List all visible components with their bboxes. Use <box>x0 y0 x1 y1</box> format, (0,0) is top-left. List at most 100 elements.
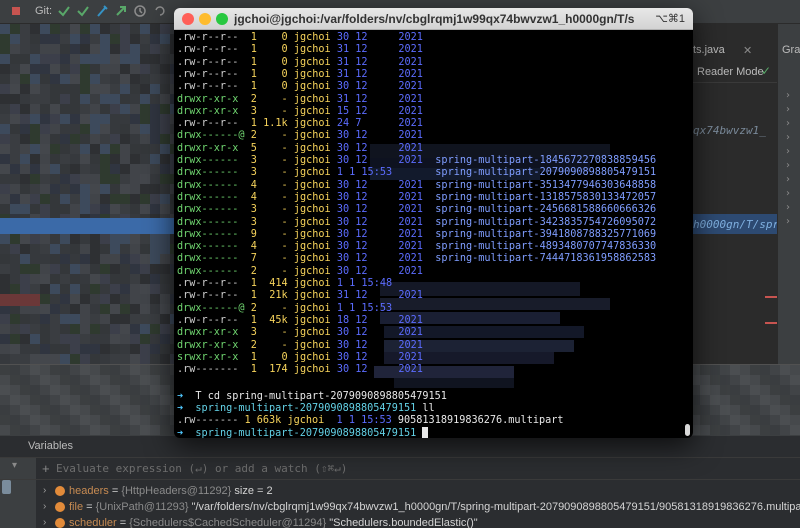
history-icon[interactable] <box>132 3 148 19</box>
check-icon[interactable] <box>56 3 72 19</box>
redacted-block <box>730 375 740 385</box>
date: 30 12 <box>336 351 368 363</box>
redacted-block <box>30 164 40 174</box>
redacted-block <box>150 164 160 174</box>
prompt-line[interactable]: ➜ spring-multipart-2079090898805479151 <box>177 427 429 438</box>
terminal-titlebar[interactable]: jgchoi@jgchoi:/var/folders/nv/cbglrqmj1w… <box>174 8 693 30</box>
gradle-tab[interactable]: Grad <box>782 44 800 56</box>
redacted-block <box>120 194 130 204</box>
file-size: 21k <box>269 290 288 302</box>
chevron-right-icon[interactable]: › <box>786 146 790 157</box>
redacted-block <box>0 274 10 284</box>
redacted-block <box>40 274 50 284</box>
redacted-block <box>60 415 70 425</box>
redacted-block <box>110 144 120 154</box>
chevron-right-icon[interactable]: › <box>786 90 790 101</box>
redacted-block <box>0 34 10 44</box>
redacted-block <box>10 64 20 74</box>
expand-arrow-icon[interactable]: › <box>43 499 46 515</box>
evaluate-input[interactable]: Evaluate expression (↵) or add a watch (… <box>56 462 347 475</box>
editor-tab-java[interactable]: ts.java <box>693 44 725 56</box>
terminal-output[interactable]: .rw-r--r-- 1 0 jgchoi 30 12 2021 .rw-r--r-- 1 0 j… <box>174 30 693 438</box>
reader-mode-button[interactable]: Reader Mode <box>697 66 764 78</box>
owner: jgchoi <box>293 241 331 253</box>
redacted-block <box>40 314 50 324</box>
owner: jgchoi <box>293 142 331 154</box>
chevron-right-icon[interactable]: › <box>786 216 790 227</box>
date: 30 12 <box>336 142 368 154</box>
redacted-block <box>20 134 30 144</box>
terminal-shortcut: ⌥⌘1 <box>655 13 685 25</box>
variable-row[interactable]: › headers = {HttpHeaders@11292} size = 2 <box>0 483 800 499</box>
field-icon <box>55 486 65 496</box>
redacted-block <box>40 184 50 194</box>
terminal-scrollbar[interactable] <box>685 424 690 436</box>
redacted-block <box>100 74 110 84</box>
redacted-block <box>100 104 110 114</box>
link-count: 1 <box>250 314 257 326</box>
terminal-window[interactable]: jgchoi@jgchoi:/var/folders/nv/cbglrqmj1w… <box>174 8 693 438</box>
redacted-block <box>160 354 170 364</box>
redacted-block <box>20 375 30 385</box>
redacted-block <box>110 84 120 94</box>
redacted-block <box>760 385 770 395</box>
chevron-right-icon[interactable]: › <box>786 118 790 129</box>
redacted-block <box>80 304 90 314</box>
expand-arrow-icon[interactable]: › <box>43 483 46 499</box>
redacted-block <box>100 24 110 34</box>
redacted-block <box>0 244 10 254</box>
redacted-block <box>80 74 90 84</box>
chevron-right-icon[interactable]: › <box>786 202 790 213</box>
file-listing-row: .rw------- 1 663k jgchoi 1 1 15:53 90581… <box>177 415 564 426</box>
redacted-block <box>20 124 30 134</box>
minimize-window-button[interactable] <box>199 13 211 25</box>
redacted-block <box>750 395 760 405</box>
chevron-right-icon[interactable]: › <box>786 160 790 171</box>
add-icon[interactable]: + <box>42 461 50 476</box>
redacted-block <box>60 334 70 344</box>
redacted-block <box>10 74 20 84</box>
stop-icon[interactable] <box>8 3 24 19</box>
owner: jgchoi <box>293 44 331 56</box>
close-window-button[interactable] <box>182 13 194 25</box>
variable-row[interactable]: › scheduler = {Schedulers$CachedSchedule… <box>0 515 800 528</box>
redacted-block <box>130 114 140 124</box>
redacted-block <box>740 365 750 375</box>
redacted-block <box>150 204 160 214</box>
redacted-block <box>720 405 730 415</box>
redacted-block <box>140 405 150 415</box>
redacted-block <box>0 334 10 344</box>
redacted-block <box>40 244 50 254</box>
wrench-icon[interactable] <box>94 3 110 19</box>
redacted-block <box>160 334 170 344</box>
undo-icon[interactable] <box>152 3 168 19</box>
redacted-block <box>780 385 790 395</box>
redacted-block <box>130 274 140 284</box>
redacted-block <box>150 94 160 104</box>
redacted-block <box>90 34 100 44</box>
redacted-block <box>70 74 80 84</box>
check-icon[interactable] <box>75 3 91 19</box>
redacted-block <box>120 385 130 395</box>
permissions: .rw-r--r-- <box>177 32 239 43</box>
chevron-right-icon[interactable]: › <box>786 174 790 185</box>
redacted-block <box>120 354 130 364</box>
chevron-right-icon[interactable]: › <box>786 104 790 115</box>
redacted-block <box>40 354 50 364</box>
expand-arrow-icon[interactable]: › <box>43 515 46 528</box>
chevron-right-icon[interactable]: › <box>786 188 790 199</box>
redacted-block <box>120 334 130 344</box>
chevron-right-icon[interactable]: › <box>786 132 790 143</box>
redacted-block <box>110 234 120 244</box>
year: 2021 <box>398 179 423 191</box>
redacted-block <box>10 354 20 364</box>
zoom-window-button[interactable] <box>216 13 228 25</box>
arrow-icon[interactable] <box>113 3 129 19</box>
redacted-block <box>150 34 160 44</box>
link-count: 9 <box>250 228 257 240</box>
redacted-block <box>100 164 110 174</box>
redacted-block <box>40 124 50 134</box>
year: 2021 <box>398 142 423 154</box>
close-icon[interactable]: ✕ <box>743 44 752 57</box>
variable-row[interactable]: › file = {UnixPath@11293} "/var/folders/… <box>0 499 800 515</box>
